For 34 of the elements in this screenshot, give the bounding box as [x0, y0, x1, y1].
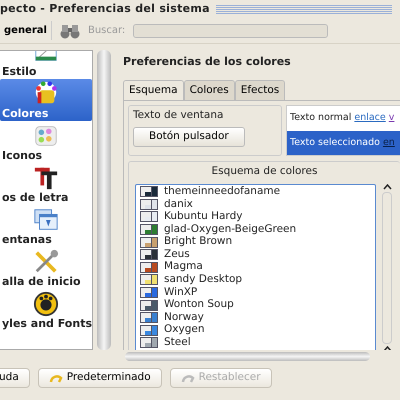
- sidebar-item[interactable]: Estilo: [0, 51, 92, 79]
- binoculars-icon: [60, 22, 80, 38]
- scroll-up-icon[interactable]: [382, 184, 392, 190]
- sidebar-item[interactable]: Iconos: [0, 121, 92, 163]
- font-icon: [33, 165, 59, 191]
- sidebar-item[interactable]: os de letra: [0, 163, 92, 205]
- scroll-up-icon[interactable]: [382, 346, 392, 350]
- help-button[interactable]: uda: [0, 368, 30, 388]
- selected-text: Texto seleccionado: [290, 136, 381, 148]
- search-field[interactable]: [133, 24, 328, 38]
- tab[interactable]: Esquema: [123, 80, 184, 100]
- scrollbar[interactable]: [382, 192, 392, 344]
- sidebar-item[interactable]: alla de inicio: [0, 247, 92, 289]
- sidebar-item[interactable]: yles and Fonts: [0, 289, 92, 331]
- scrollbar[interactable]: [125, 352, 370, 361]
- windows-icon: [33, 207, 59, 233]
- wrench-screwdriver-icon: [33, 249, 59, 275]
- window-title: pecto - Preferencias del sistema: [0, 0, 210, 17]
- tab[interactable]: Efectos: [234, 80, 286, 100]
- scrollbar[interactable]: [97, 50, 111, 350]
- tab[interactable]: Colores: [184, 80, 235, 100]
- sidebar-item[interactable]: Colores: [0, 79, 92, 121]
- group-title: Esquema de colores: [210, 164, 318, 179]
- defaults-button[interactable]: Predeterminado: [38, 368, 162, 388]
- paw-print-icon: [33, 291, 59, 317]
- normal-text: Texto normal: [290, 112, 352, 124]
- link[interactable]: enlace: [354, 112, 386, 124]
- sidebar-item[interactable]: entanas: [0, 205, 92, 247]
- overview-button[interactable]: general: [0, 21, 52, 40]
- search-label: Buscar:: [88, 24, 126, 38]
- page-heading: Preferencias de los colores: [123, 54, 292, 70]
- window-text-label: Texto de ventana: [133, 108, 224, 124]
- visited-link[interactable]: v: [388, 112, 394, 124]
- push-button[interactable]: Botón pulsador: [133, 127, 245, 147]
